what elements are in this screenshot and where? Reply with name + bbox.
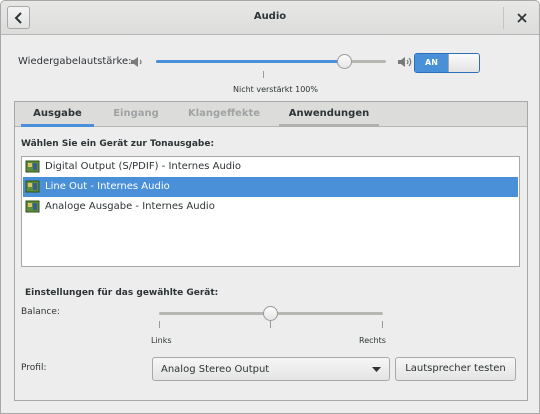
tab-klangeffekte[interactable]: Klangeffekte [178,102,270,127]
device-label: Line Out - Internes Audio [45,181,170,192]
speaker-low-icon [131,57,142,67]
volume-caption: Nicht verstärkt 100% [233,85,318,94]
speaker-high-icon [398,57,412,67]
balance-right-tick [382,321,383,328]
balance-center-tick [270,321,271,328]
audio-card-icon [25,160,40,173]
list-item[interactable]: Line Out - Internes Audio [23,177,518,197]
switch-on-label: AN [415,54,448,72]
list-item[interactable]: Digital Output (S/PDIF) - Internes Audio [23,157,518,177]
balance-label: Balance: [21,307,60,317]
close-button[interactable] [513,9,531,27]
dropdown-arrow-icon [372,367,381,372]
balance-left-label: Links [151,336,172,345]
volume-100-tick [263,71,264,78]
header-separator [503,7,504,29]
profile-label: Profil: [21,363,47,373]
device-list: Digital Output (S/PDIF) - Internes Audio… [21,156,520,267]
list-item[interactable]: Analoge Ausgabe - Internes Audio [23,197,518,217]
volume-switch[interactable]: AN [414,53,480,73]
window-title: Audio [253,11,287,22]
balance-right-label: Rechts [359,336,386,345]
volume-slider-knob[interactable] [337,54,352,69]
switch-knob[interactable] [448,54,479,72]
tab-eingang[interactable]: Eingang [100,102,172,127]
volume-label: Wiedergabelautstärke: [18,56,132,67]
audio-settings-window: Audio Wiedergabelautstärke: Nicht verstä… [0,0,540,414]
header-bar: Audio [1,1,539,35]
volume-slider-fill [156,60,345,63]
device-label: Analoge Ausgabe - Internes Audio [45,201,215,212]
device-heading: Wählen Sie ein Gerät zur Tonausgabe: [21,139,215,149]
close-icon [517,13,527,23]
balance-left-tick [159,321,160,328]
tab-bar: Ausgabe Eingang Klangeffekte Anwendungen [15,102,527,127]
tab-anwendungen[interactable]: Anwendungen [279,102,379,127]
tab-ausgabe[interactable]: Ausgabe [21,102,94,127]
audio-card-icon [25,200,40,213]
profile-selected-value: Analog Stereo Output [161,364,270,375]
test-speakers-button[interactable]: Lautsprecher testen [395,357,516,381]
balance-slider-knob[interactable] [263,306,278,321]
audio-card-icon [25,180,40,193]
device-label: Digital Output (S/PDIF) - Internes Audio [45,161,242,172]
settings-heading: Einstellungen für das gewählte Gerät: [25,288,219,298]
profile-combobox[interactable]: Analog Stereo Output [152,357,390,381]
